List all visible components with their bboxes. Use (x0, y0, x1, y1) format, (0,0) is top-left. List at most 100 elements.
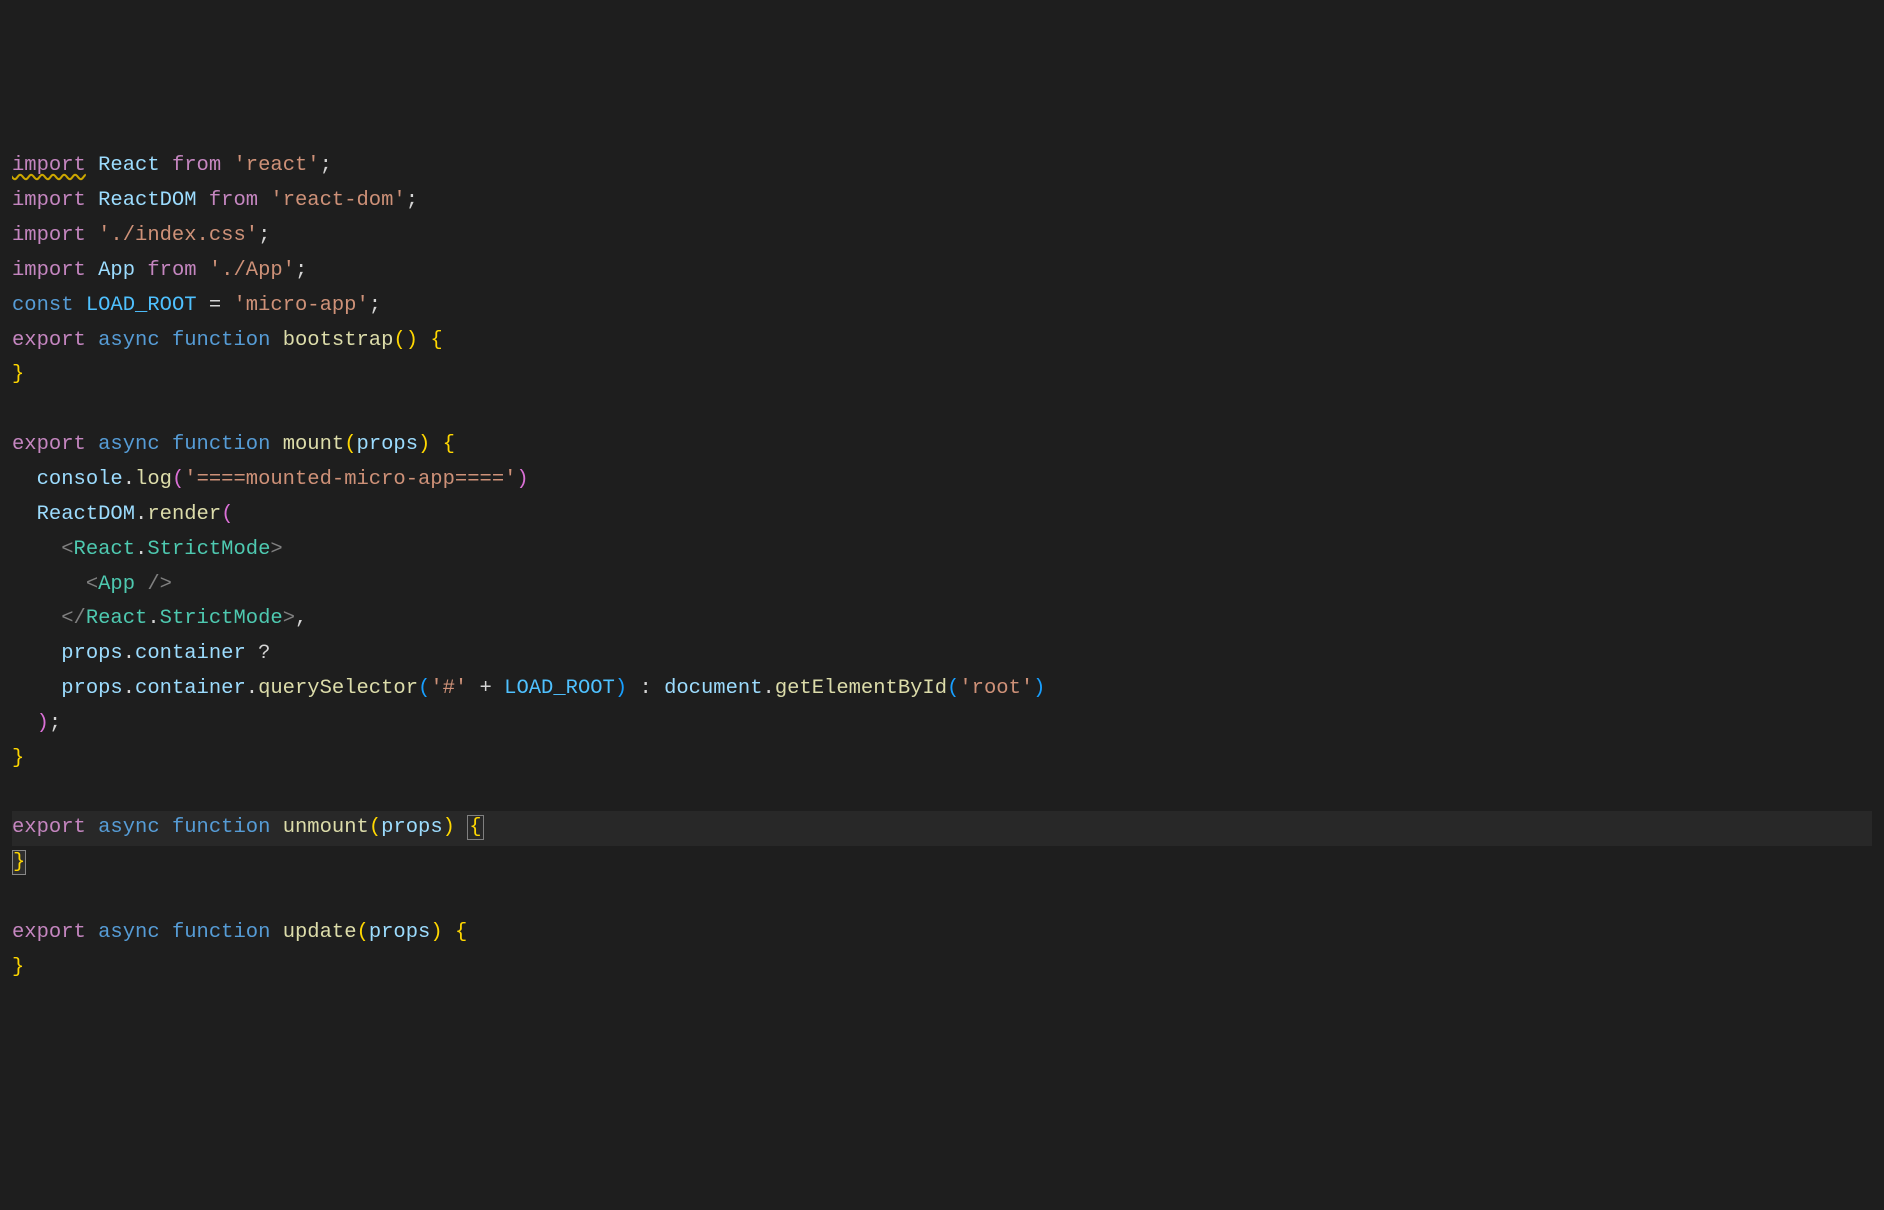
code-line: export async function bootstrap() { (12, 324, 1872, 359)
keyword-function: function (172, 329, 270, 352)
code-line: console.log('====mounted-micro-app====') (12, 463, 1872, 498)
jsx-namespace: React (86, 607, 148, 630)
keyword-function: function (172, 921, 270, 944)
keyword-import: import (12, 154, 86, 177)
identifier-reactdom: ReactDOM (37, 503, 135, 526)
const-name: LOAD_ROOT (86, 294, 197, 317)
identifier-document: document (664, 677, 762, 700)
keyword-export: export (12, 816, 86, 839)
keyword-async: async (98, 816, 160, 839)
jsx-close: > (283, 607, 295, 630)
code-line (12, 393, 1872, 428)
function-name: bootstrap (283, 329, 394, 352)
jsx-namespace: React (74, 538, 136, 561)
comma: , (295, 607, 307, 630)
code-line-active: export async function unmount(props) { (12, 811, 1872, 846)
jsx-component: App (98, 573, 135, 596)
jsx-self-close: / (135, 573, 160, 596)
code-line: </React.StrictMode>, (12, 602, 1872, 637)
paren-open: ( (947, 677, 959, 700)
code-line: } (12, 742, 1872, 777)
jsx-close: > (160, 573, 172, 596)
param-props: props (369, 921, 431, 944)
code-editor[interactable]: import React from 'react';import ReactDO… (12, 149, 1872, 985)
string-literal: 'react' (233, 154, 319, 177)
string-literal: '====mounted-micro-app====' (184, 468, 516, 491)
plus-operator: + (467, 677, 504, 700)
brace-close: } (12, 363, 24, 386)
paren-close: ) (418, 433, 430, 456)
equals: = (197, 294, 234, 317)
code-line: } (12, 358, 1872, 393)
code-line: import './index.css'; (12, 219, 1872, 254)
identifier-props: props (61, 677, 123, 700)
brace-open: { (418, 329, 443, 352)
semicolon: ; (258, 224, 270, 247)
ternary-colon: : (627, 677, 664, 700)
function-name: update (283, 921, 357, 944)
code-line: <App /> (12, 568, 1872, 603)
param-props: props (381, 816, 443, 839)
code-line: props.container ? (12, 637, 1872, 672)
property-container: container (135, 642, 246, 665)
ternary-q: ? (246, 642, 271, 665)
keyword-import: import (12, 189, 86, 212)
keyword-export: export (12, 329, 86, 352)
keyword-export: export (12, 433, 86, 456)
paren-open: ( (172, 468, 184, 491)
jsx-component: StrictMode (147, 538, 270, 561)
paren-close: ) (1033, 677, 1045, 700)
code-line: import App from './App'; (12, 254, 1872, 289)
code-line: export async function mount(props) { (12, 428, 1872, 463)
brace-close: } (12, 747, 24, 770)
keyword-from: from (209, 189, 258, 212)
keyword-from: from (147, 259, 196, 282)
code-line: <React.StrictMode> (12, 533, 1872, 568)
paren-open: ( (357, 921, 369, 944)
code-line: } (12, 951, 1872, 986)
brace-close: } (12, 956, 24, 979)
semicolon: ; (369, 294, 381, 317)
keyword-async: async (98, 329, 160, 352)
paren-open: ( (369, 816, 381, 839)
keyword-export: export (12, 921, 86, 944)
paren-open: ( (418, 677, 430, 700)
string-literal: './App' (209, 259, 295, 282)
keyword-from: from (172, 154, 221, 177)
param-props: props (357, 433, 419, 456)
string-literal: 'react-dom' (270, 189, 405, 212)
keyword-const: const (12, 294, 74, 317)
paren-close: ) (430, 921, 442, 944)
semicolon: ; (295, 259, 307, 282)
method-render: render (147, 503, 221, 526)
paren-close: ) (516, 468, 528, 491)
string-literal: 'root' (959, 677, 1033, 700)
code-line: ReactDOM.render( (12, 498, 1872, 533)
method-log: log (135, 468, 172, 491)
paren-close: ) (615, 677, 627, 700)
paren-close: ) (406, 329, 418, 352)
brace-open: { (430, 433, 455, 456)
code-line: export async function update(props) { (12, 916, 1872, 951)
code-line: const LOAD_ROOT = 'micro-app'; (12, 289, 1872, 324)
paren-close: ) (443, 816, 455, 839)
keyword-async: async (98, 433, 160, 456)
keyword-import: import (12, 259, 86, 282)
keyword-function: function (172, 433, 270, 456)
paren-open: ( (393, 329, 405, 352)
string-literal: 'micro-app' (233, 294, 368, 317)
brace-open: { (443, 921, 468, 944)
code-line: import React from 'react'; (12, 149, 1872, 184)
property-container: container (135, 677, 246, 700)
brace-open-cursor: { (467, 815, 483, 840)
code-line: ); (12, 707, 1872, 742)
function-name: unmount (283, 816, 369, 839)
paren-open: ( (221, 503, 233, 526)
keyword-function: function (172, 816, 270, 839)
code-line (12, 777, 1872, 812)
brace-close-matched: } (12, 850, 26, 875)
semicolon: ; (406, 189, 418, 212)
identifier-loadroot: LOAD_ROOT (504, 677, 615, 700)
jsx-open: </ (61, 607, 86, 630)
jsx-open: < (61, 538, 73, 561)
